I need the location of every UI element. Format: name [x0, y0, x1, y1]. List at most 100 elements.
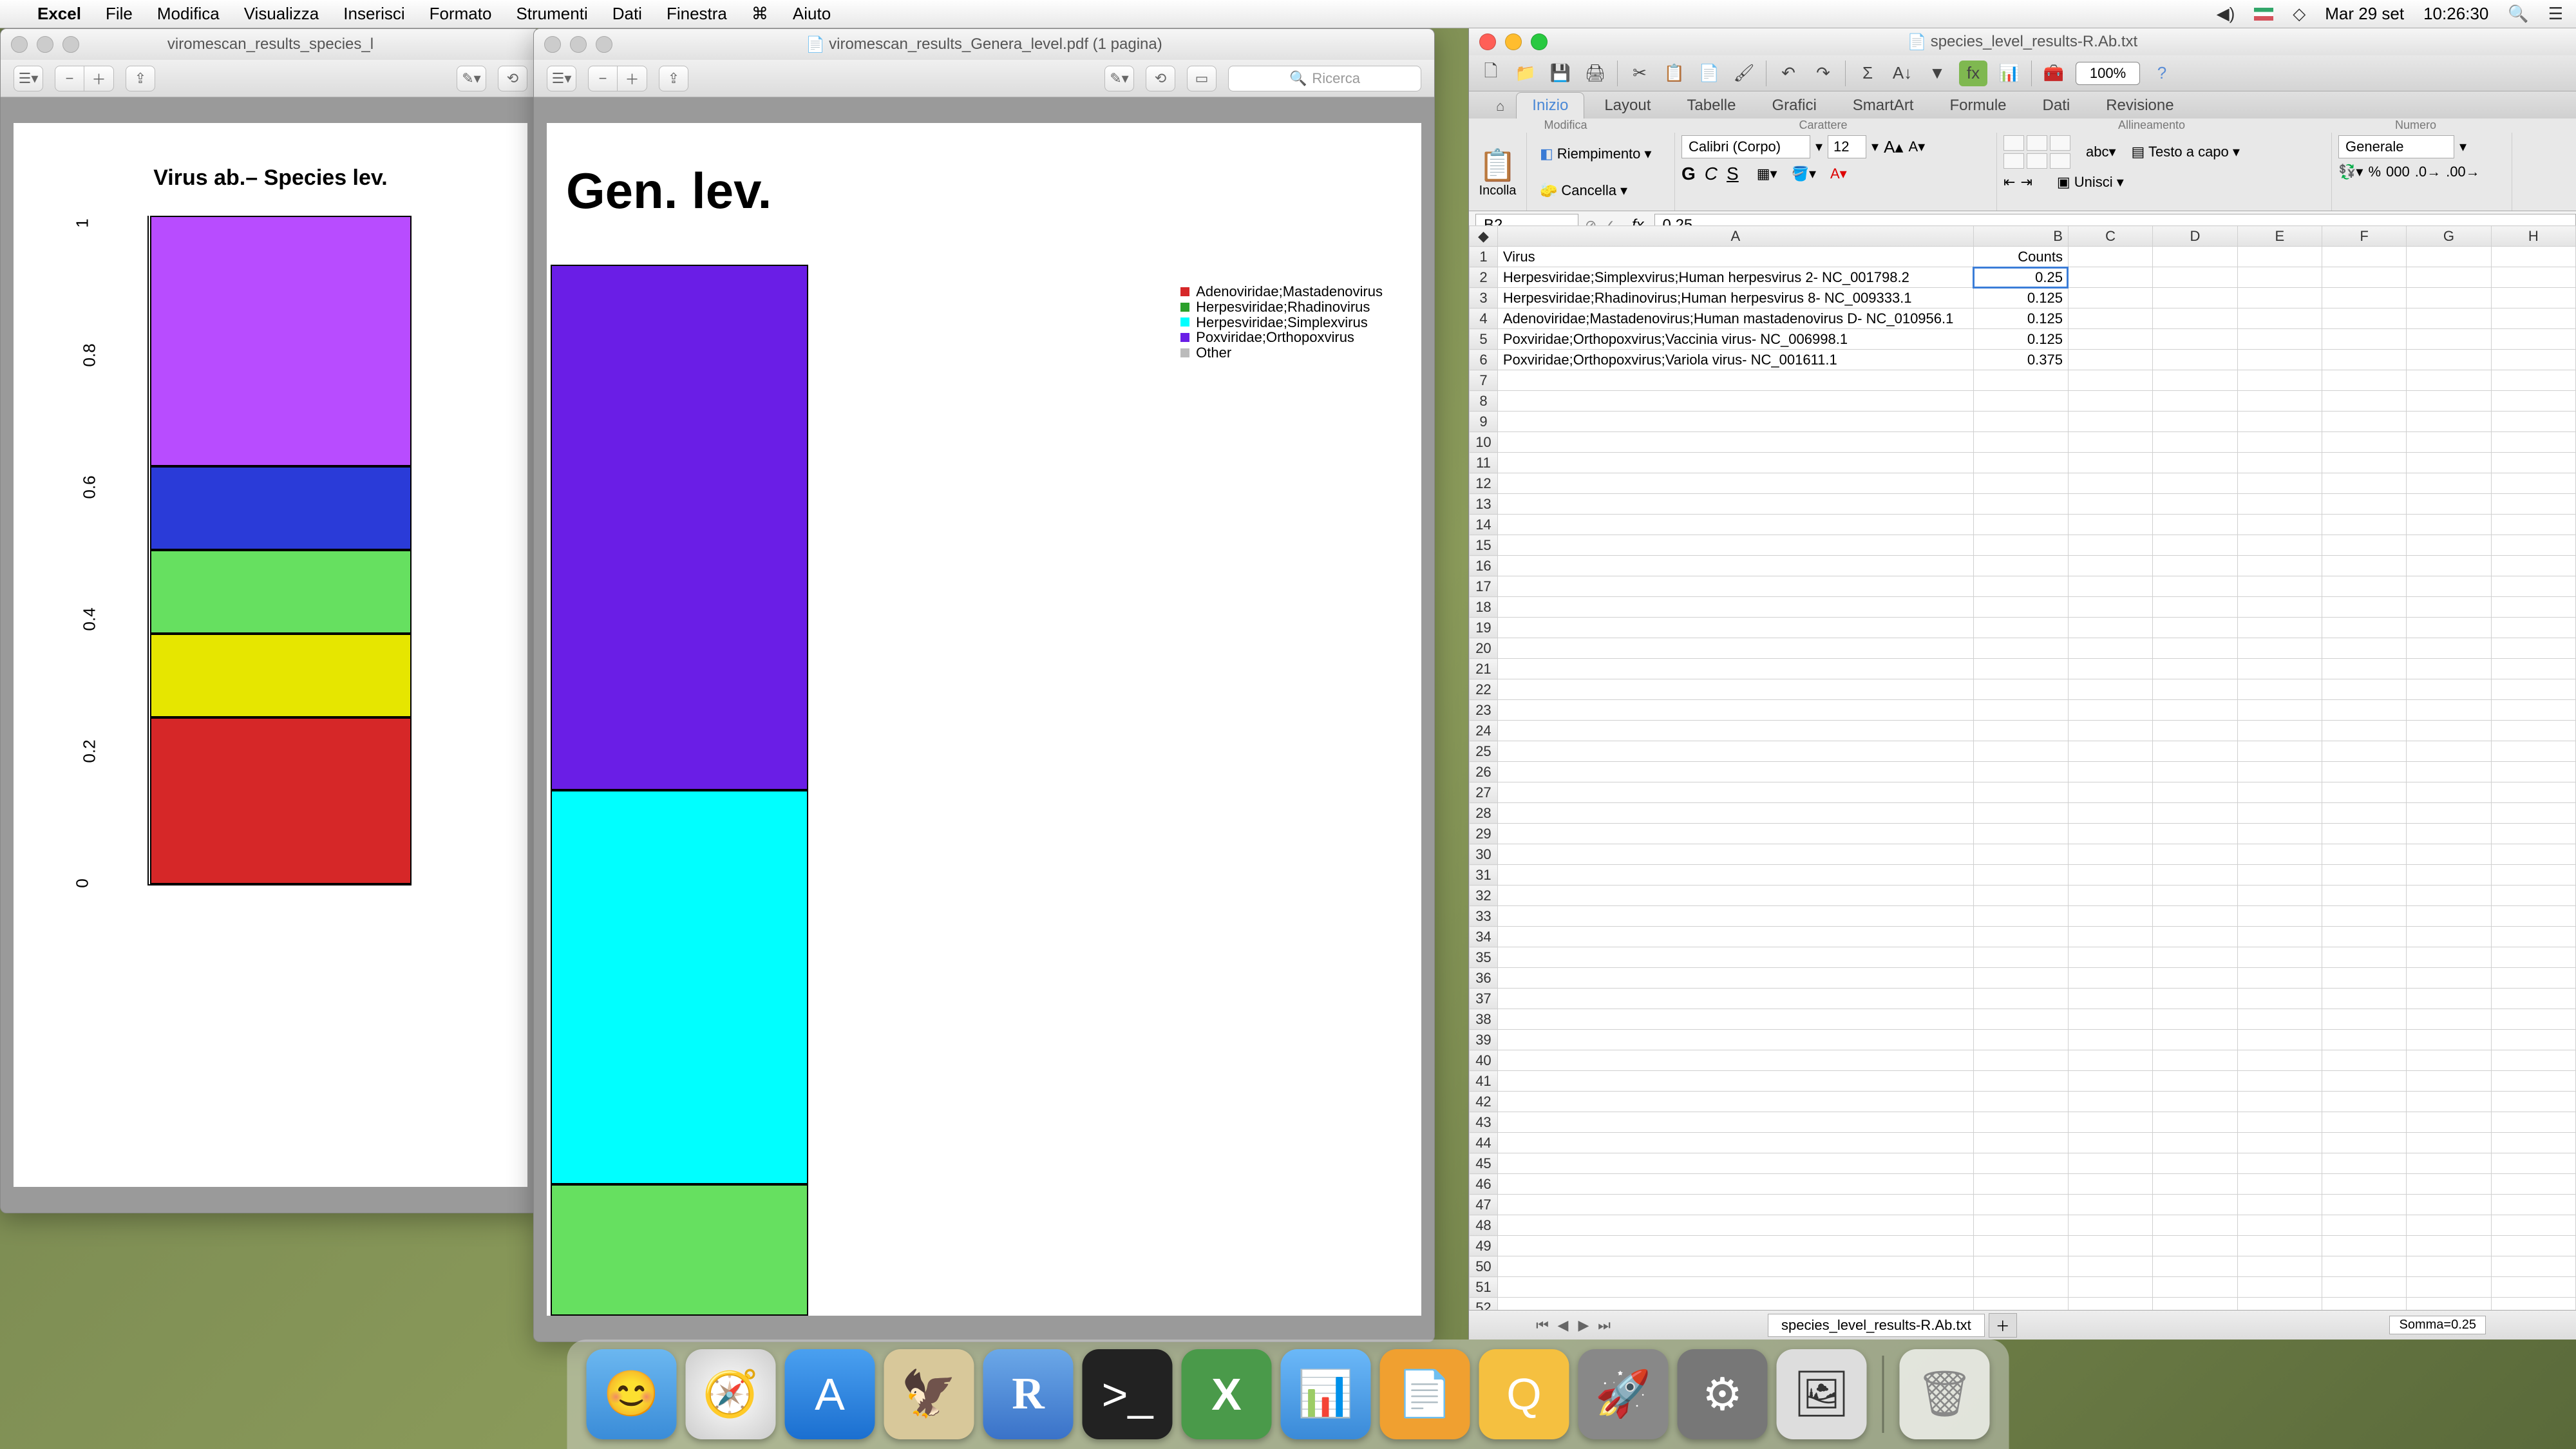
cell[interactable]: [2322, 453, 2406, 473]
menu-insert[interactable]: Inserisci: [343, 4, 404, 24]
cell[interactable]: [2322, 329, 2406, 350]
row-header[interactable]: 25: [1470, 741, 1498, 762]
volume-icon[interactable]: ◀): [2217, 4, 2235, 24]
cell[interactable]: [1497, 618, 1973, 638]
paste-icon[interactable]: 📄: [1696, 61, 1722, 86]
cell[interactable]: [2153, 989, 2237, 1009]
cell[interactable]: [2237, 679, 2322, 700]
cell[interactable]: [1973, 782, 2068, 803]
cut-icon[interactable]: ✂: [1627, 61, 1653, 86]
cell[interactable]: 0.125: [1973, 308, 2068, 329]
cell[interactable]: [2491, 844, 2575, 865]
cell[interactable]: [2237, 1009, 2322, 1030]
cell[interactable]: [2237, 247, 2322, 267]
cell[interactable]: [2153, 308, 2237, 329]
percent-icon[interactable]: %: [2368, 164, 2381, 180]
cell[interactable]: [2153, 597, 2237, 618]
cell[interactable]: [2068, 453, 2152, 473]
col-header[interactable]: A: [1497, 226, 1973, 247]
row-header[interactable]: 38: [1470, 1009, 1498, 1030]
cell[interactable]: [1973, 762, 2068, 782]
cell[interactable]: [2237, 432, 2322, 453]
cell[interactable]: [2322, 968, 2406, 989]
cell[interactable]: [2322, 947, 2406, 968]
cell[interactable]: [2237, 989, 2322, 1009]
help-toolbox-icon[interactable]: 🧰: [2041, 61, 2067, 86]
indent-inc-icon[interactable]: ⇥: [2020, 174, 2032, 191]
cell[interactable]: [2407, 1112, 2491, 1133]
help-icon[interactable]: ?: [2149, 61, 2175, 86]
cell[interactable]: 0.375: [1973, 350, 2068, 370]
cell[interactable]: [2491, 1030, 2575, 1050]
app-name[interactable]: Excel: [37, 4, 81, 24]
cell[interactable]: [2491, 1112, 2575, 1133]
cell[interactable]: [1497, 370, 1973, 391]
cell[interactable]: [2407, 1174, 2491, 1195]
cell[interactable]: [2153, 1298, 2237, 1311]
cell[interactable]: [1973, 370, 2068, 391]
cell[interactable]: [2068, 1298, 2152, 1311]
fx-button-icon[interactable]: fx: [1959, 61, 1987, 86]
cell[interactable]: [2068, 844, 2152, 865]
cell[interactable]: [2407, 927, 2491, 947]
cell[interactable]: [2237, 1174, 2322, 1195]
dec-dec-icon[interactable]: .00→: [2446, 164, 2480, 180]
cell[interactable]: [2322, 597, 2406, 618]
font-color-icon[interactable]: A▾: [1830, 166, 1847, 182]
cell[interactable]: Adenoviridae;Mastadenovirus;Human mastad…: [1497, 308, 1973, 329]
cell[interactable]: [2491, 782, 2575, 803]
cell[interactable]: 0.125: [1973, 288, 2068, 308]
cell[interactable]: [2407, 1195, 2491, 1215]
row-header[interactable]: 17: [1470, 576, 1498, 597]
chart-icon[interactable]: 📊: [1996, 61, 2022, 86]
row-header[interactable]: 29: [1470, 824, 1498, 844]
cell[interactable]: [2237, 288, 2322, 308]
zoom-out-icon[interactable]: −: [588, 66, 618, 91]
cell[interactable]: [2153, 762, 2237, 782]
cell[interactable]: [1973, 1277, 2068, 1298]
cell[interactable]: [1973, 1215, 2068, 1236]
row-header[interactable]: 52: [1470, 1298, 1498, 1311]
cell[interactable]: [2491, 1298, 2575, 1311]
cell[interactable]: [2237, 1030, 2322, 1050]
menu-view[interactable]: Visualizza: [244, 4, 319, 24]
row-header[interactable]: 4: [1470, 308, 1498, 329]
cell[interactable]: [2407, 638, 2491, 659]
cell[interactable]: [1497, 1195, 1973, 1215]
cell[interactable]: [2491, 865, 2575, 886]
cell[interactable]: [2322, 927, 2406, 947]
share-icon[interactable]: ⇪: [126, 66, 155, 91]
cell[interactable]: [1973, 432, 2068, 453]
cell[interactable]: [2068, 886, 2152, 906]
cell[interactable]: [2491, 1071, 2575, 1092]
cell[interactable]: [2068, 432, 2152, 453]
underline-button[interactable]: S: [1727, 164, 1739, 184]
dock-qgis[interactable]: Q: [1479, 1349, 1569, 1439]
cell[interactable]: [2153, 638, 2237, 659]
cell[interactable]: [2068, 412, 2152, 432]
format-painter-icon[interactable]: 🖌: [1731, 61, 1757, 86]
cell[interactable]: [2153, 412, 2237, 432]
cell[interactable]: [1497, 865, 1973, 886]
row-header[interactable]: 14: [1470, 515, 1498, 535]
currency-icon[interactable]: 💱▾: [2338, 164, 2363, 180]
nav-first-icon[interactable]: ⏮: [1533, 1317, 1551, 1334]
cell[interactable]: [2491, 659, 2575, 679]
zoom-in-icon[interactable]: ＋: [618, 66, 647, 91]
cell[interactable]: [2322, 1195, 2406, 1215]
cell[interactable]: [2491, 1236, 2575, 1256]
row-header[interactable]: 18: [1470, 597, 1498, 618]
cell[interactable]: [2407, 556, 2491, 576]
cell[interactable]: [2407, 267, 2491, 288]
cell[interactable]: [1497, 535, 1973, 556]
cell[interactable]: [2068, 391, 2152, 412]
cell[interactable]: [1973, 1030, 2068, 1050]
row-header[interactable]: 16: [1470, 556, 1498, 576]
cell[interactable]: [2491, 927, 2575, 947]
cell[interactable]: [1497, 906, 1973, 927]
cell[interactable]: [2407, 247, 2491, 267]
cell[interactable]: [2322, 432, 2406, 453]
filter-icon[interactable]: ▼: [1924, 61, 1950, 86]
sidebar-toggle-icon[interactable]: ☰▾: [547, 66, 576, 91]
row-header[interactable]: 40: [1470, 1050, 1498, 1071]
